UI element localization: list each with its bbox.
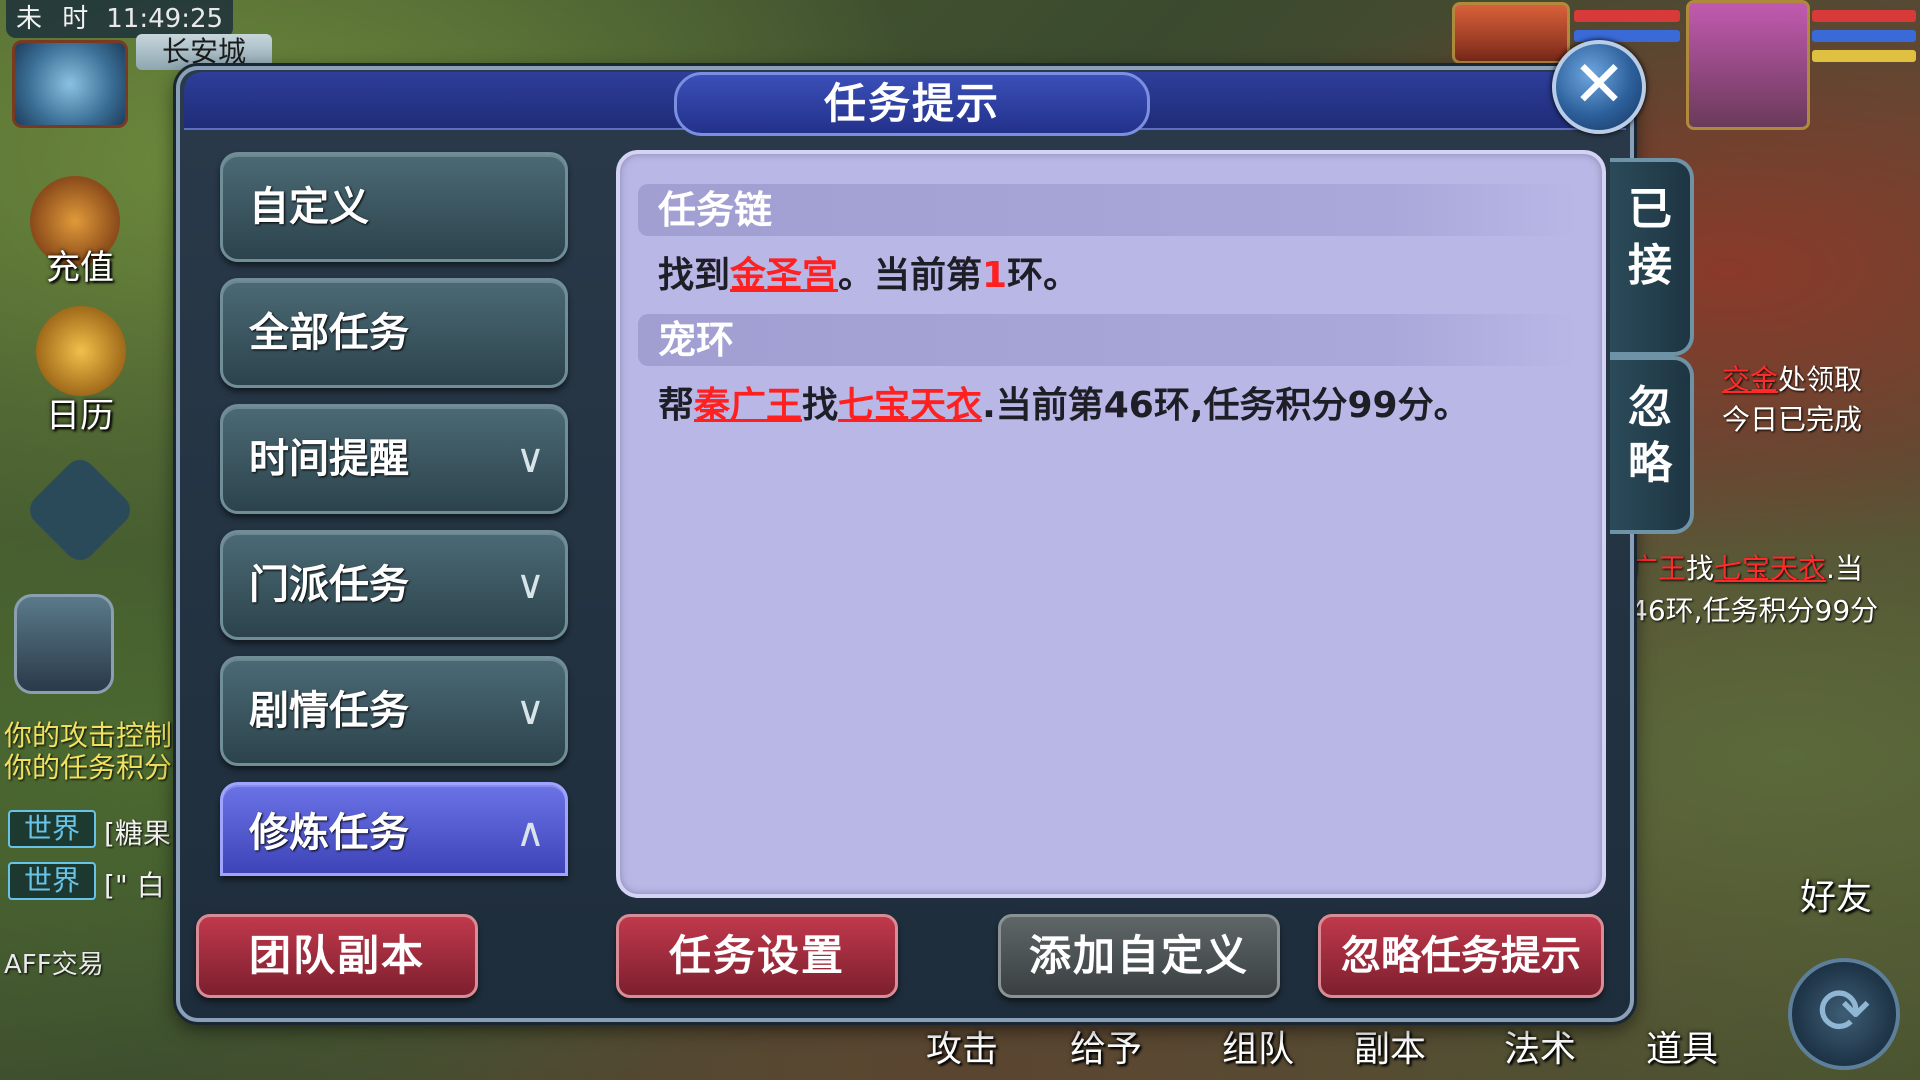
aff-trade-label[interactable]: AFF交易: [4, 944, 104, 981]
skill-button[interactable]: 法术: [1504, 1020, 1576, 1072]
tracked-current: .当: [1826, 552, 1863, 585]
quest-description: 帮秦广王找七宝天衣.当前第46环,任务积分99分。: [658, 376, 1470, 428]
quest-item-link[interactable]: 七宝天衣: [838, 385, 982, 426]
close-icon: ✕: [1572, 48, 1626, 122]
chevron-up-icon: ∧: [515, 810, 545, 856]
team-button[interactable]: 组队: [1222, 1020, 1294, 1072]
category-label: 自定义: [249, 184, 369, 230]
calendar-icon[interactable]: [36, 306, 126, 396]
city-name: 长安城: [136, 34, 273, 70]
category-cultivation-tasks[interactable]: 修炼任务 ∧: [220, 782, 568, 876]
tracked-npc: 广王: [1630, 552, 1687, 585]
category-time-reminder[interactable]: 时间提醒 ∨: [220, 404, 568, 514]
chevron-down-icon: ∨: [515, 436, 545, 482]
quest-header: 任务链: [638, 184, 1578, 236]
dialog-title-bar: 任务提示: [184, 72, 1626, 136]
tab-char: 略: [1628, 438, 1672, 489]
refresh-icon: ⟳: [1817, 975, 1871, 1049]
quest-name: 任务链: [658, 188, 773, 232]
task-settings-button[interactable]: 任务设置: [616, 914, 898, 998]
tab-char: 已: [1628, 184, 1672, 235]
category-label: 剧情任务: [249, 688, 409, 734]
title-plate: 任务提示: [674, 72, 1150, 136]
category-sect-tasks[interactable]: 门派任务 ∨: [220, 530, 568, 640]
give-button[interactable]: 给予: [1070, 1020, 1142, 1072]
quest-text: .当前第46环,任务积分99分。: [982, 385, 1470, 426]
player-portrait[interactable]: [1686, 0, 1810, 130]
quest-text: 帮: [658, 385, 695, 426]
category-label: 门派任务: [249, 562, 409, 608]
quest-name: 宠环: [658, 318, 735, 362]
category-label: 时间提醒: [249, 436, 409, 482]
recharge-label[interactable]: 充值: [46, 240, 114, 289]
tab-char: 忽: [1628, 382, 1672, 433]
player-hp-bar: [1812, 10, 1916, 22]
team-dungeon-button[interactable]: 团队副本: [196, 914, 478, 998]
minimap-icon[interactable]: [12, 40, 128, 128]
ignore-task-prompt-button[interactable]: 忽略任务提示: [1318, 914, 1604, 998]
tracked-quest-suffix: 处领取: [1778, 363, 1863, 396]
calendar-label[interactable]: 日历: [46, 388, 114, 437]
quest-text: 找: [802, 385, 839, 426]
quest-text: 找到: [658, 255, 731, 296]
task-prompt-dialog: 任务提示 自定义 全部任务 时间提醒 ∨ 门派任务 ∨ 剧情任务 ∨ 修炼任务 …: [176, 66, 1694, 1022]
inventory-button[interactable]: 道具: [1646, 1020, 1718, 1072]
tab-ignored[interactable]: 忽 略: [1610, 356, 1694, 534]
quest-text: 。当前第: [838, 255, 983, 296]
quest-list-panel[interactable]: 任务链 找到金圣宫。当前第1环。 宠环 帮秦广王找七宝天衣.当前第46环,任务积…: [616, 150, 1606, 898]
chevron-down-icon: ∨: [515, 688, 545, 734]
dungeon-button[interactable]: 副本: [1354, 1020, 1426, 1072]
tracked-quest-text-2: 广王找七宝天衣.当 46环,任务积分99分: [1630, 548, 1920, 632]
shichen-label: 未 时: [16, 4, 95, 34]
tab-accepted[interactable]: 已 接: [1610, 158, 1694, 356]
category-story-tasks[interactable]: 剧情任务 ∨: [220, 656, 568, 766]
quest-description: 找到金圣宫。当前第1环。: [658, 246, 1079, 298]
attack-button[interactable]: 攻击: [926, 1020, 998, 1072]
tracked-find: 找: [1686, 552, 1715, 585]
tab-char: 接: [1628, 240, 1672, 291]
quest-header: 宠环: [638, 314, 1578, 366]
chevron-down-icon: ∨: [515, 562, 545, 608]
chat-message: [" 白: [104, 869, 165, 902]
dialog-title: 任务提示: [823, 79, 1000, 128]
pet-portrait[interactable]: [1452, 2, 1570, 64]
quest-location-link[interactable]: 金圣宫: [730, 255, 838, 296]
add-custom-button[interactable]: 添加自定义: [998, 914, 1280, 998]
friends-button[interactable]: 好友: [1800, 868, 1872, 920]
chat-channel-tag[interactable]: 世界: [8, 862, 96, 900]
category-label: 全部任务: [249, 310, 409, 356]
tracked-quest-link[interactable]: 交金: [1722, 363, 1778, 396]
clock-label: 11:49:25: [106, 4, 224, 34]
tracked-progress: 46环,任务积分99分: [1630, 594, 1879, 627]
quest-npc-link[interactable]: 秦广王: [694, 385, 802, 426]
player-sp-bar: [1812, 50, 1916, 62]
chat-channel-tag[interactable]: 世界: [8, 810, 96, 848]
category-custom[interactable]: 自定义: [220, 152, 568, 262]
refresh-button[interactable]: ⟳: [1788, 958, 1900, 1070]
time-display: 未 时 11:49:25: [6, 0, 234, 38]
quest-round-number: 1: [982, 255, 1008, 296]
player-mp-bar: [1812, 30, 1916, 42]
category-all-tasks[interactable]: 全部任务: [220, 278, 568, 388]
chat-bubble-icon[interactable]: [14, 594, 114, 694]
tracked-item-link[interactable]: 七宝天衣: [1714, 552, 1826, 585]
category-label: 修炼任务: [249, 810, 409, 856]
quest-text: 环。: [1007, 255, 1080, 296]
pet-hp-bar: [1574, 10, 1680, 22]
close-button[interactable]: ✕: [1552, 40, 1646, 134]
chat-message: [糖果: [104, 817, 171, 850]
chat-system-line: 你的任务积分: [4, 751, 173, 784]
